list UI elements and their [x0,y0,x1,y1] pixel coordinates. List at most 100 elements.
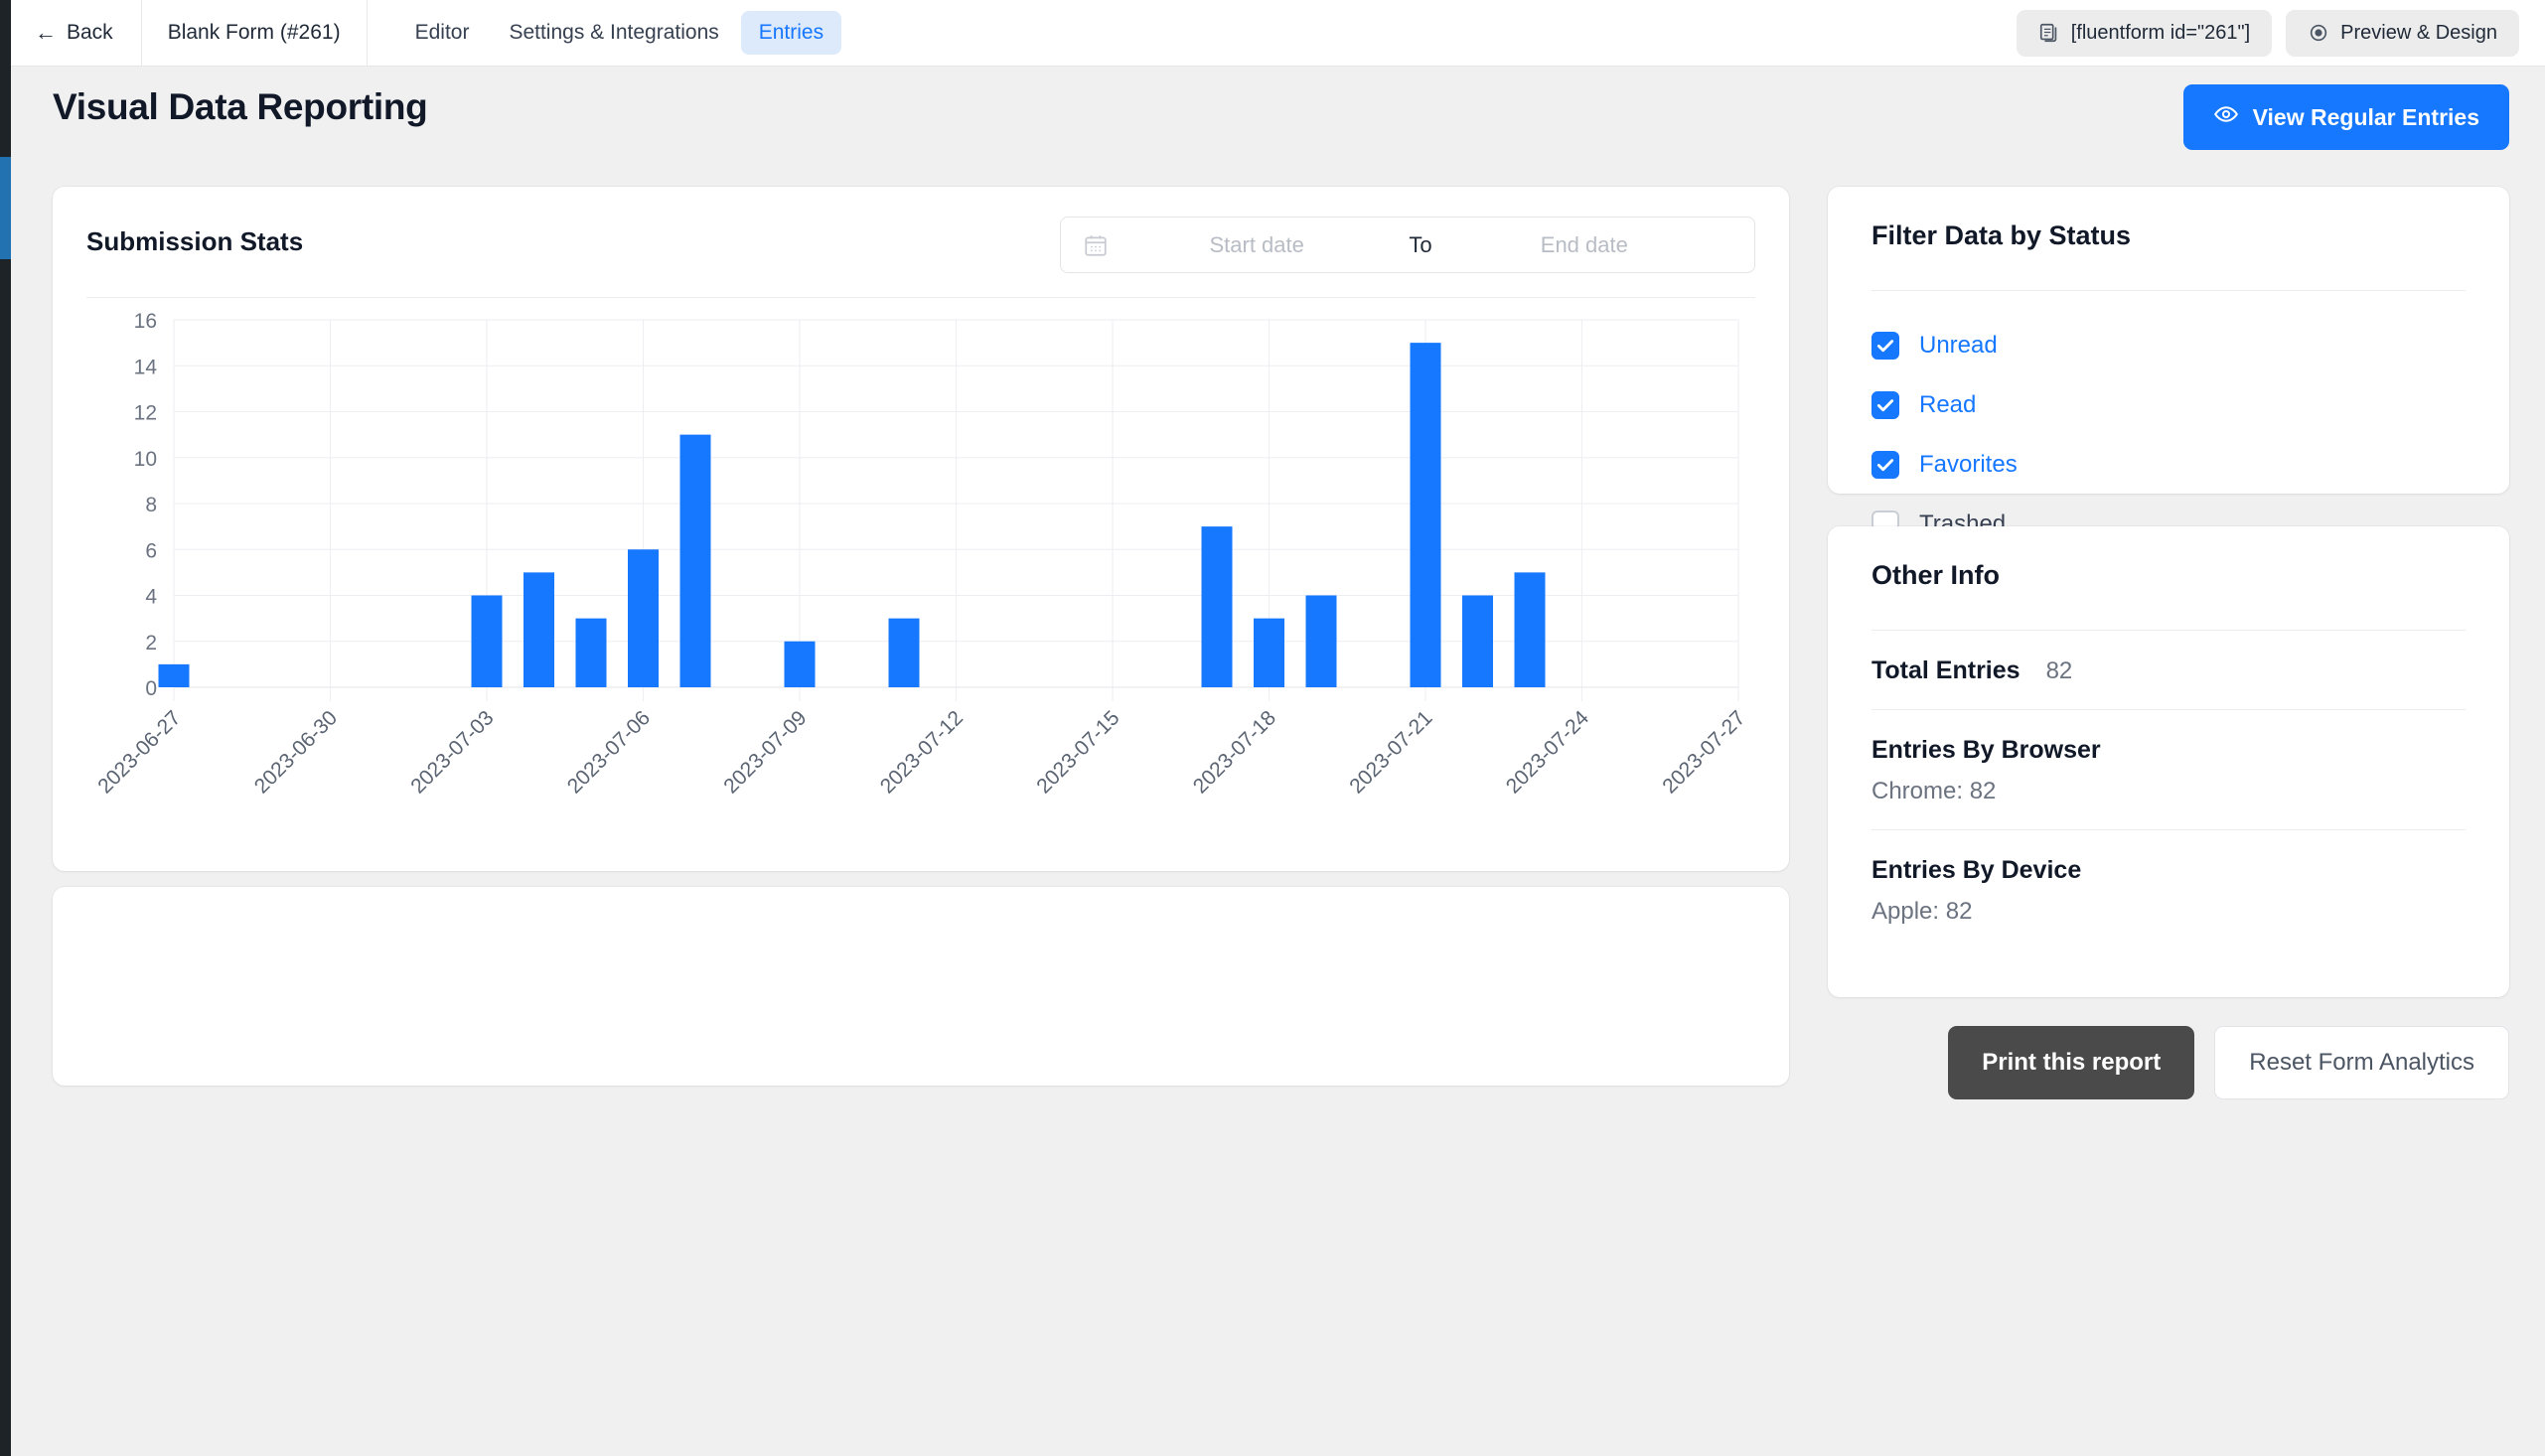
wp-admin-rail [0,0,11,1456]
next-section-card [53,887,1789,1086]
filter-panel-title: Filter Data by Status [1871,220,2466,251]
chart-bar[interactable] [1306,596,1337,688]
status-checkbox-list: Unread Read Favorites [1871,326,2466,544]
eye-icon [2213,101,2239,133]
y-axis-tick-label: 10 [134,448,157,471]
form-name: Blank Form (#261) [142,0,368,66]
nav-tabs: Editor Settings & Integrations Entries [368,0,842,66]
filter-by-status-card: Filter Data by Status Unread Read [1828,187,2509,494]
check-icon [1871,332,1899,360]
x-axis-tick-label: 2023-07-27 [1658,706,1749,798]
shortcode-copy-button[interactable]: [fluentform id="261"] [2017,10,2272,57]
entries-by-device-label: Entries By Device [1871,856,2081,885]
tab-editor[interactable]: Editor [397,11,488,55]
page-header: Visual Data Reporting View Regular Entri… [11,67,2545,170]
chart-header: Submission Stats [53,187,1789,297]
total-entries-row: Total Entries 82 [1871,631,2466,709]
x-axis-tick-label: 2023-07-12 [876,706,968,798]
other-info-card: Other Info Total Entries 82 Entries By B… [1828,526,2509,997]
y-axis-tick-label: 8 [145,494,157,516]
x-axis-tick-label: 2023-07-18 [1189,706,1280,798]
submission-stats-chart: 0 2 4 6 8 10 12 14 16 2023-06-27 2023-06-30 2023-07… [53,298,1789,864]
start-date-input[interactable]: Start date [1109,232,1405,258]
checkbox-favorites-label: Favorites [1919,451,2018,479]
page-title: Visual Data Reporting [53,86,428,128]
entries-by-browser-label: Entries By Browser [1871,736,2101,765]
form-name-label: Blank Form (#261) [168,21,341,45]
print-report-button[interactable]: Print this report [1948,1026,2194,1099]
total-entries-label: Total Entries [1871,656,2021,685]
back-button[interactable]: ← Back [11,0,142,66]
x-axis-tick-label: 2023-06-30 [250,706,342,798]
chart-bar[interactable] [472,596,503,688]
shortcode-label: [fluentform id="261"] [2071,22,2250,45]
date-range-separator: To [1405,232,1435,258]
chart-bar[interactable] [1515,572,1546,687]
y-axis-tick-label: 4 [145,586,157,609]
end-date-input[interactable]: End date [1436,232,1732,258]
view-regular-entries-button[interactable]: View Regular Entries [2183,84,2509,150]
top-bar-actions: [fluentform id="261"] Preview & Design [2017,0,2545,66]
checkbox-favorites[interactable]: Favorites [1871,445,2466,485]
y-axis-tick-label: 2 [145,632,157,655]
bar-chart-svg: 0 2 4 6 8 10 12 14 16 2023-06-27 2023-06-30 2023-07… [53,298,1789,864]
wp-admin-rail-active-item[interactable] [0,157,11,259]
filter-panel-divider [1871,290,2466,291]
tab-entries-label: Entries [759,21,823,44]
x-axis-tick-label: 2023-07-15 [1032,706,1123,798]
y-axis-tick-label: 0 [145,677,157,700]
y-axis-tick-label: 6 [145,539,157,562]
check-icon [1871,451,1899,479]
y-axis-tick-label: 12 [134,402,157,425]
tab-settings-integrations[interactable]: Settings & Integrations [491,11,736,55]
reset-form-analytics-button[interactable]: Reset Form Analytics [2214,1026,2509,1099]
checkbox-unread-label: Unread [1919,332,1998,360]
chart-bar[interactable] [889,619,920,687]
x-axis-tick-label: 2023-07-03 [406,706,498,798]
entries-by-browser-row: Entries By Browser Chrome: 82 [1871,710,2466,829]
y-axis-tick-label: 14 [134,356,158,378]
x-axis-tick-label: 2023-07-09 [719,706,811,798]
total-entries-value: 82 [2046,657,2073,685]
chart-bar[interactable] [1202,526,1233,687]
check-icon [1871,391,1899,419]
chart-bar[interactable] [524,572,554,687]
main-content: Submission Stats [11,170,2545,1456]
preview-design-button[interactable]: Preview & Design [2286,10,2519,57]
chart-bar[interactable] [680,435,711,687]
calendar-icon [1083,232,1109,258]
y-axis-tick-label: 16 [134,310,157,333]
report-actions: Print this report Reset Form Analytics [1948,1026,2509,1099]
tab-editor-label: Editor [415,21,470,44]
x-axis-tick-label: 2023-06-27 [93,706,185,798]
tab-settings-integrations-label: Settings & Integrations [509,21,718,44]
entries-by-browser-value: Chrome: 82 [1871,778,2466,805]
x-axis-tick-label: 2023-07-24 [1502,706,1593,798]
preview-design-label: Preview & Design [2340,22,2497,45]
checkbox-unread[interactable]: Unread [1871,326,2466,365]
chart-bar[interactable] [1254,619,1284,687]
view-regular-entries-label: View Regular Entries [2253,104,2479,131]
top-bar: ← Back Blank Form (#261) Editor Settings… [11,0,2545,67]
date-range-picker[interactable]: Start date To End date [1060,217,1755,273]
entries-by-device-value: Apple: 82 [1871,898,2466,926]
chart-bar[interactable] [159,664,190,687]
checkbox-read[interactable]: Read [1871,385,2466,425]
checkbox-read-label: Read [1919,391,1976,419]
chart-bar[interactable] [785,642,816,687]
back-button-label: Back [67,21,113,45]
chart-bar[interactable] [576,619,607,687]
back-arrow-icon: ← [35,20,57,46]
other-info-title: Other Info [1871,560,2466,591]
x-axis-tick-label: 2023-07-21 [1345,706,1436,798]
x-axis-tick-label: 2023-07-06 [563,706,655,798]
app-root: ← Back Blank Form (#261) Editor Settings… [0,0,2545,1456]
submission-stats-card: Submission Stats [53,187,1789,871]
chart-bar[interactable] [1411,343,1441,687]
eye-icon [2308,22,2329,44]
entries-by-device-row: Entries By Device Apple: 82 [1871,830,2466,949]
chart-bar[interactable] [628,549,659,687]
copy-icon [2038,22,2060,44]
tab-entries[interactable]: Entries [741,11,841,55]
chart-bar[interactable] [1462,596,1493,688]
